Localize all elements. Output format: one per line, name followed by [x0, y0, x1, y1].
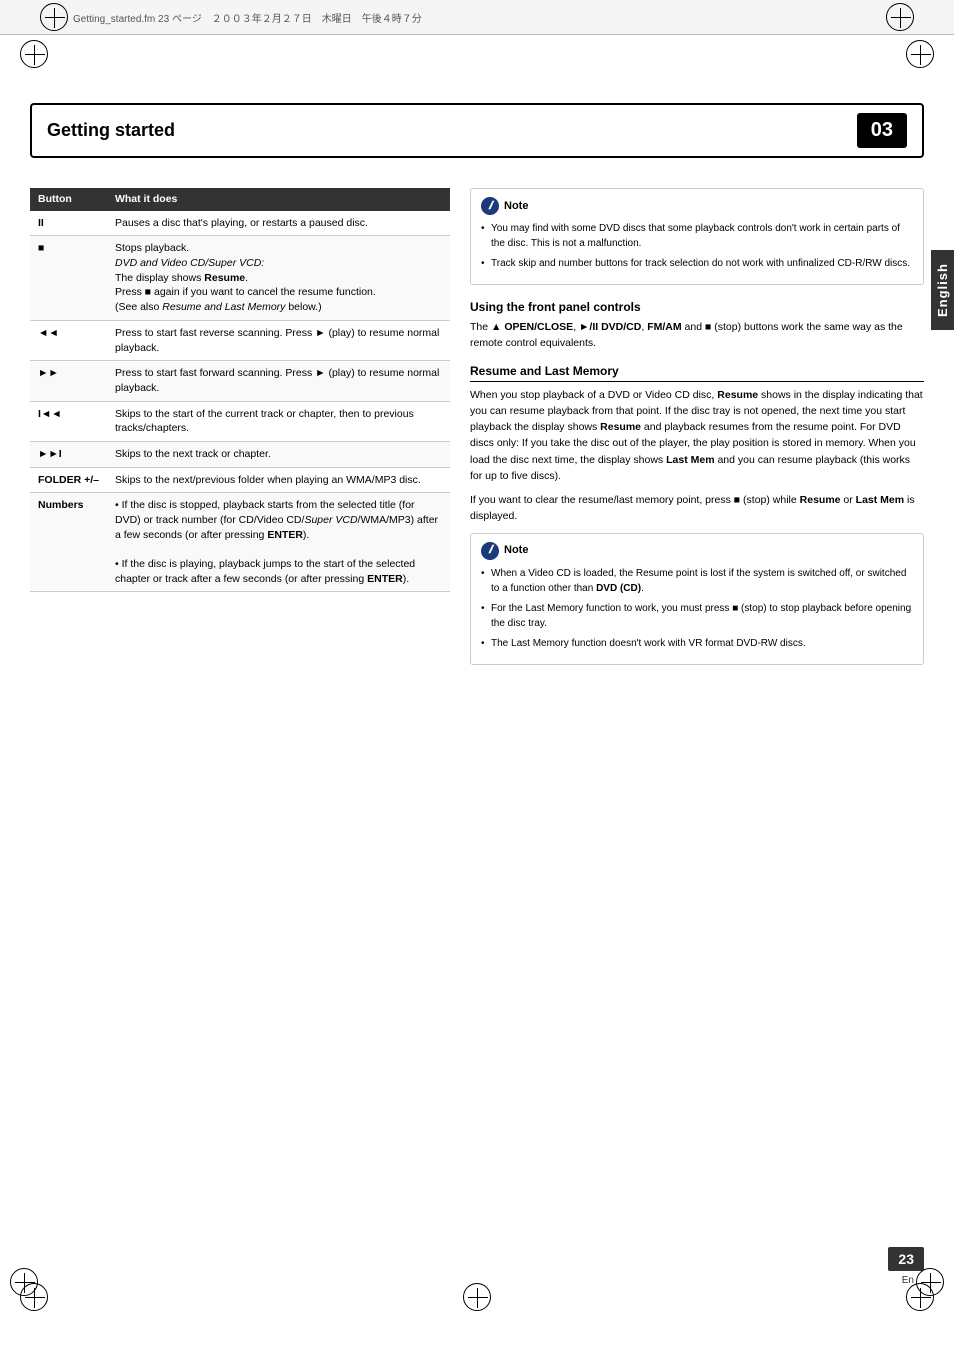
- front-panel-section: Using the front panel controls The ▲ OPE…: [470, 300, 924, 352]
- table-row: FOLDER +/– Skips to the next/previous fo…: [30, 467, 450, 493]
- table-row: I◄◄ Skips to the start of the current tr…: [30, 401, 450, 441]
- button-cell: ◄◄: [30, 320, 107, 360]
- main-content: Getting started 03 Button What it does: [0, 83, 954, 700]
- button-cell: FOLDER +/–: [30, 467, 107, 493]
- reg-mark-top-right: [886, 3, 914, 31]
- action-cell: Pauses a disc that's playing, or restart…: [107, 211, 450, 236]
- reg-mark-bottom-center: [463, 1283, 491, 1311]
- chapter-number: 03: [857, 113, 907, 148]
- table-row: ◄◄ Press to start fast reverse scanning.…: [30, 320, 450, 360]
- front-panel-heading: Using the front panel controls: [470, 300, 924, 314]
- file-info-text: Getting_started.fm 23 ページ ２００３年２月２７日 木曜日…: [73, 10, 422, 25]
- reg-mark-top-left: [40, 3, 68, 31]
- reg-mark-right: [906, 40, 934, 68]
- reg-mark-left: [20, 40, 48, 68]
- table-row: ►►I Skips to the next track or chapter.: [30, 441, 450, 467]
- resume-heading: Resume and Last Memory: [470, 364, 924, 382]
- two-column-layout: Button What it does II Pauses a disc tha…: [30, 188, 924, 680]
- top-marks-row: [0, 35, 954, 73]
- corner-reg-br: [916, 1268, 944, 1296]
- note-box-1: 𝒊 Note You may find with some DVD discs …: [470, 188, 924, 285]
- note-header-2: 𝒊 Note: [481, 542, 913, 560]
- english-sidebar-tag: English: [931, 250, 954, 330]
- resume-body-2: If you want to clear the resume/last mem…: [470, 492, 924, 525]
- note-item: You may find with some DVD discs that so…: [481, 221, 913, 251]
- note-item: Track skip and number buttons for track …: [481, 256, 913, 271]
- note-box-2: 𝒊 Note When a Video CD is loaded, the Re…: [470, 533, 924, 665]
- button-table: Button What it does II Pauses a disc tha…: [30, 188, 450, 592]
- note-item: When a Video CD is loaded, the Resume po…: [481, 566, 913, 596]
- col-action-header: What it does: [107, 188, 450, 211]
- action-cell: Skips to the start of the current track …: [107, 401, 450, 441]
- note-list-2: When a Video CD is loaded, the Resume po…: [481, 566, 913, 651]
- action-cell: Press to start fast forward scanning. Pr…: [107, 361, 450, 401]
- note-label-2: Note: [504, 542, 528, 559]
- button-cell: II: [30, 211, 107, 236]
- button-cell: I◄◄: [30, 401, 107, 441]
- front-panel-body: The ▲ OPEN/CLOSE, ►/II DVD/CD, FM/AM and…: [470, 319, 924, 352]
- note-icon-1: 𝒊: [481, 197, 499, 215]
- table-row: ►► Press to start fast forward scanning.…: [30, 361, 450, 401]
- action-cell: • If the disc is stopped, playback start…: [107, 493, 450, 592]
- action-cell: Press to start fast reverse scanning. Pr…: [107, 320, 450, 360]
- button-cell: ■: [30, 236, 107, 320]
- note-icon-2: 𝒊: [481, 542, 499, 560]
- resume-section: Resume and Last Memory When you stop pla…: [470, 364, 924, 525]
- note-item: The Last Memory function doesn't work wi…: [481, 636, 913, 651]
- button-cell: Numbers: [30, 493, 107, 592]
- page-wrapper: Getting_started.fm 23 ページ ２００３年２月２７日 木曜日…: [0, 0, 954, 1351]
- table-row: ■ Stops playback. DVD and Video CD/Super…: [30, 236, 450, 320]
- note-label-1: Note: [504, 198, 528, 215]
- note-list-1: You may find with some DVD discs that so…: [481, 221, 913, 271]
- section-title: Getting started: [47, 120, 847, 141]
- right-column: 𝒊 Note You may find with some DVD discs …: [470, 188, 924, 680]
- note-header-1: 𝒊 Note: [481, 197, 913, 215]
- resume-body-1: When you stop playback of a DVD or Video…: [470, 387, 924, 485]
- action-cell: Skips to the next track or chapter.: [107, 441, 450, 467]
- action-cell: Skips to the next/previous folder when p…: [107, 467, 450, 493]
- button-cell: ►►: [30, 361, 107, 401]
- file-info-bar: Getting_started.fm 23 ページ ２００３年２月２７日 木曜日…: [0, 0, 954, 35]
- table-body: II Pauses a disc that's playing, or rest…: [30, 211, 450, 592]
- col-button-header: Button: [30, 188, 107, 211]
- table-row: Numbers • If the disc is stopped, playba…: [30, 493, 450, 592]
- table-row: II Pauses a disc that's playing, or rest…: [30, 211, 450, 236]
- note-item: For the Last Memory function to work, yo…: [481, 601, 913, 631]
- corner-reg-bl: [10, 1268, 38, 1296]
- action-cell: Stops playback. DVD and Video CD/Super V…: [107, 236, 450, 320]
- header-section: Getting started 03: [30, 103, 924, 158]
- button-cell: ►►I: [30, 441, 107, 467]
- left-column: Button What it does II Pauses a disc tha…: [30, 188, 450, 680]
